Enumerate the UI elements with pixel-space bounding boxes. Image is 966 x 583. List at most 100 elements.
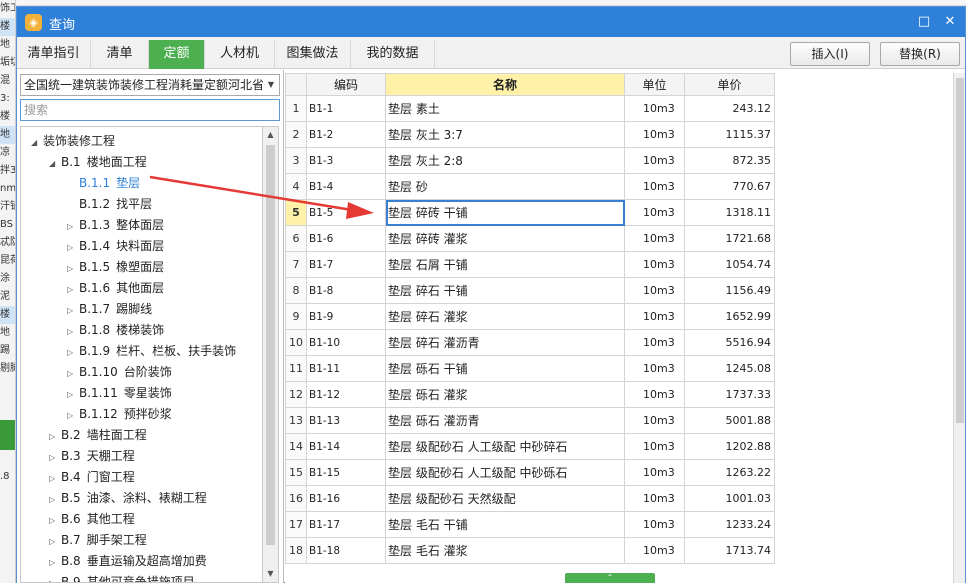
row-number-cell[interactable]: 18	[285, 537, 307, 564]
tree-node[interactable]: ▷ B.3 天棚工程	[49, 446, 135, 467]
collapsed-arrow-icon[interactable]: ▷	[49, 552, 61, 573]
table-row[interactable]: 8 B1-8 垫层 碎石 干铺 10m3 1156.49	[285, 277, 775, 304]
row-number-cell[interactable]: 16	[285, 485, 307, 512]
name-cell[interactable]: 垫层 砾石 干铺	[385, 355, 625, 382]
row-number-cell[interactable]: 12	[285, 381, 307, 408]
tree-node[interactable]: ▷ B.1.3 整体面层	[67, 215, 164, 236]
scroll-down-icon[interactable]: ▼	[263, 566, 278, 582]
code-cell[interactable]: B1-11	[306, 355, 386, 382]
tree-node[interactable]: B.1.2 找平层	[67, 194, 152, 215]
expanded-arrow-icon[interactable]: ◢	[49, 153, 61, 174]
name-cell[interactable]: 垫层 石屑 干铺	[385, 251, 625, 278]
tree-node[interactable]: ▷B.9 其他可竞争措施项目	[49, 572, 195, 582]
unit-cell[interactable]: 10m3	[624, 537, 685, 564]
row-number-cell[interactable]: 10	[285, 329, 307, 356]
code-cell[interactable]: B1-12	[306, 381, 386, 408]
col-header-price[interactable]: 单价	[684, 73, 775, 96]
row-number-cell[interactable]: 3	[285, 147, 307, 174]
name-cell[interactable]: 垫层 碎石 灌浆	[385, 303, 625, 330]
collapsed-arrow-icon[interactable]: ▷	[49, 510, 61, 531]
unit-cell[interactable]: 10m3	[624, 381, 685, 408]
collapsed-arrow-icon[interactable]: ▷	[67, 384, 79, 405]
collapsed-arrow-icon[interactable]: ▷	[67, 279, 79, 300]
table-row[interactable]: 5 B1-5 垫层 碎砖 干铺 10m3 1318.11	[285, 199, 775, 226]
tree-node[interactable]: ◢ B.1 楼地面工程	[49, 152, 147, 173]
name-cell[interactable]: 垫层 级配砂石 人工级配 中砂碎石	[385, 433, 625, 460]
col-header-code[interactable]: 编码	[306, 73, 386, 96]
name-cell[interactable]: 垫层 毛石 干铺	[385, 511, 625, 538]
table-row[interactable]: 6 B1-6 垫层 碎砖 灌浆 10m3 1721.68	[285, 225, 775, 252]
scroll-up-icon[interactable]: ▲	[263, 127, 278, 143]
table-row[interactable]: 17 B1-17 垫层 毛石 干铺 10m3 1233.24	[285, 511, 775, 538]
unit-cell[interactable]: 10m3	[624, 329, 685, 356]
name-cell[interactable]: 垫层 灰土 2:8	[385, 147, 625, 174]
code-cell[interactable]: B1-14	[306, 433, 386, 460]
table-row[interactable]: 18 B1-18 垫层 毛石 灌浆 10m3 1713.74	[285, 537, 775, 564]
code-cell[interactable]: B1-6	[306, 225, 386, 252]
collapsed-arrow-icon[interactable]: ▷	[67, 258, 79, 279]
dropdown-arrow-icon[interactable]: ▼	[263, 75, 279, 95]
row-number-cell[interactable]: 1	[285, 95, 307, 122]
name-cell[interactable]: 垫层 碎石 灌沥青	[385, 329, 625, 356]
quota-library-select[interactable]: 全国统一建筑装饰装修工程消耗量定额河北省 ▼	[20, 74, 280, 96]
unit-cell[interactable]: 10m3	[624, 459, 685, 486]
collapsed-arrow-icon[interactable]: ▷	[67, 237, 79, 258]
unit-cell[interactable]: 10m3	[624, 199, 685, 226]
price-cell[interactable]: 1713.74	[684, 537, 775, 564]
code-cell[interactable]: B1-10	[306, 329, 386, 356]
table-row[interactable]: 11 B1-11 垫层 砾石 干铺 10m3 1245.08	[285, 355, 775, 382]
name-cell[interactable]: 垫层 砾石 灌沥青	[385, 407, 625, 434]
name-cell[interactable]: 垫层 砂	[385, 173, 625, 200]
price-cell[interactable]: 1233.24	[684, 511, 775, 538]
code-cell[interactable]: B1-18	[306, 537, 386, 564]
row-number-cell[interactable]: 6	[285, 225, 307, 252]
price-cell[interactable]: 1115.37	[684, 121, 775, 148]
name-cell[interactable]: 垫层 灰土 3:7	[385, 121, 625, 148]
grid-scroll-thumb[interactable]	[956, 78, 964, 423]
price-cell[interactable]: 1156.49	[684, 277, 775, 304]
expand-panel-handle[interactable]: ⌃	[565, 573, 655, 583]
tree-node[interactable]: ▷ B.5 油漆、涂料、裱糊工程	[49, 488, 207, 509]
col-header-name[interactable]: 名称	[385, 73, 625, 96]
code-cell[interactable]: B1-3	[306, 147, 386, 174]
tab-labor-material-machine[interactable]: 人材机	[205, 40, 275, 69]
price-cell[interactable]: 243.12	[684, 95, 775, 122]
tree-node[interactable]: ◢ 装饰装修工程	[31, 131, 115, 152]
tab-bill[interactable]: 清单	[91, 40, 149, 69]
tab-bill-guide[interactable]: 清单指引	[17, 40, 91, 69]
search-input[interactable]	[20, 99, 280, 121]
row-number-cell[interactable]: 5	[285, 199, 307, 226]
unit-cell[interactable]: 10m3	[624, 303, 685, 330]
insert-button[interactable]: 插入(I)	[790, 42, 870, 66]
row-number-cell[interactable]: 17	[285, 511, 307, 538]
table-row[interactable]: 14 B1-14 垫层 级配砂石 人工级配 中砂碎石 10m3 1202.88	[285, 433, 775, 460]
price-cell[interactable]: 1318.11	[684, 199, 775, 226]
grid-scrollbar[interactable]	[953, 73, 965, 583]
tree-node[interactable]: ▷ B.8 垂直运输及超高增加费	[49, 551, 207, 572]
unit-cell[interactable]: 10m3	[624, 433, 685, 460]
code-cell[interactable]: B1-9	[306, 303, 386, 330]
code-cell[interactable]: B1-13	[306, 407, 386, 434]
table-row[interactable]: 4 B1-4 垫层 砂 10m3 770.67	[285, 173, 775, 200]
code-cell[interactable]: B1-4	[306, 173, 386, 200]
tree-node[interactable]: B.1.1 垫层	[67, 173, 140, 194]
table-row[interactable]: 10 B1-10 垫层 碎石 灌沥青 10m3 5516.94	[285, 329, 775, 356]
tree-scrollbar[interactable]: ▲ ▼	[263, 126, 279, 583]
replace-button[interactable]: 替换(R)	[880, 42, 960, 66]
tree-node[interactable]: ▷ B.6 其他工程	[49, 509, 135, 530]
code-cell[interactable]: B1-2	[306, 121, 386, 148]
code-cell[interactable]: B1-1	[306, 95, 386, 122]
unit-cell[interactable]: 10m3	[624, 251, 685, 278]
maximize-icon[interactable]: □	[913, 12, 935, 32]
name-cell[interactable]: 垫层 级配砂石 天然级配	[385, 485, 625, 512]
row-number-cell[interactable]: 14	[285, 433, 307, 460]
tab-quota[interactable]: 定额	[149, 40, 205, 69]
table-row[interactable]: 13 B1-13 垫层 砾石 灌沥青 10m3 5001.88	[285, 407, 775, 434]
tree-scroll-thumb[interactable]	[266, 145, 275, 545]
col-header-unit[interactable]: 单位	[624, 73, 685, 96]
tab-my-data[interactable]: 我的数据	[351, 40, 435, 69]
tree-node[interactable]: ▷ B.4 门窗工程	[49, 467, 135, 488]
collapsed-arrow-icon[interactable]: ▷	[49, 531, 61, 552]
collapsed-arrow-icon[interactable]: ▷	[49, 447, 61, 468]
tree-node[interactable]: ▷ B.2 墙柱面工程	[49, 425, 147, 446]
